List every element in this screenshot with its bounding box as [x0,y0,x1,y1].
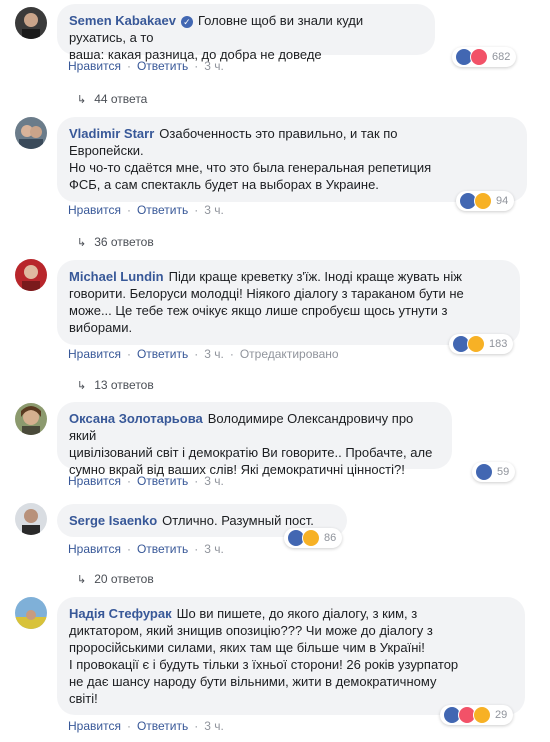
reply-link[interactable]: Ответить [137,59,188,73]
reactions-summary[interactable]: 86 [284,528,343,548]
reply-arrow-icon: ↳ [77,574,87,586]
reply-arrow-icon: ↳ [77,94,87,106]
replies-count: 20 ответов [94,572,154,586]
reply-link[interactable]: Ответить [137,719,188,733]
reply-link[interactable]: Ответить [137,203,188,217]
like-link[interactable]: Нравится [68,203,121,217]
separator-dot: · [194,474,199,488]
timestamp[interactable]: 3 ч. [204,474,224,488]
reply-arrow-icon: ↳ [77,237,87,249]
replies-count: 13 ответов [94,378,154,392]
comment-bubble: Semen Kabakaev ✓ Головне щоб ви знали куди… [57,4,435,62]
reply-link[interactable]: Ответить [137,474,188,488]
avatar-image [15,403,47,435]
separator-dot: · [126,542,131,556]
avatar-image [15,503,47,535]
replies-count: 44 ответа [94,92,148,106]
like-link[interactable]: Нравится [68,719,121,733]
reactions-summary[interactable]: 183 [449,334,514,354]
comment-author[interactable]: Michael Lundin [69,269,164,284]
separator-dot: · [126,347,131,361]
reactions-summary[interactable]: 94 [456,191,515,211]
haha-icon [302,529,320,547]
haha-icon [474,192,492,210]
avatar[interactable] [15,117,47,149]
comment-actions: Нравится · Ответить · 3 ч. [68,473,224,489]
comment-actions: Нравится · Ответить · 3 ч. [68,58,224,74]
reactions-summary[interactable]: 59 [472,462,516,482]
comment-author[interactable]: Надія Стефурак [69,606,172,621]
comment-actions: Нравится · Ответить · 3 ч. [68,718,224,734]
separator-dot: · [126,474,131,488]
reaction-count: 86 [324,532,337,544]
reactions-summary[interactable]: 682 [452,47,517,67]
comment-author[interactable]: Serge Isaenko [69,513,157,528]
love-icon [470,48,488,66]
avatar[interactable] [15,259,47,291]
comment-bubble: Надія Стефурак Шо ви пишете, до якого діа… [57,597,525,715]
avatar-image [15,259,47,291]
comment-actions: Нравится · Ответить · 3 ч. [68,541,224,557]
like-link[interactable]: Нравится [68,347,121,361]
haha-icon [467,335,485,353]
reactions-summary[interactable]: 29 [440,705,514,725]
reaction-count: 682 [492,51,511,63]
view-replies-link[interactable]: ↳ 36 ответов [77,234,154,250]
reaction-count: 59 [497,466,510,478]
comment-author[interactable]: Оксана Золотарьова [69,411,203,426]
timestamp[interactable]: 3 ч. [204,59,224,73]
verified-badge-icon: ✓ [180,16,193,28]
avatar-image [15,117,47,149]
reply-link[interactable]: Ответить [137,542,188,556]
replies-count: 36 ответов [94,235,154,249]
separator-dot: · [194,203,199,217]
avatar[interactable] [15,403,47,435]
comment-actions: Нравится · Ответить · 3 ч. · Отредактировано [68,346,339,362]
like-icon [475,463,493,481]
comment-bubble: Vladimir Starr Озабоченность это правильн… [57,117,527,202]
separator-dot: · [194,347,199,361]
reaction-count: 94 [496,195,509,207]
timestamp[interactable]: 3 ч. [204,347,224,361]
timestamp[interactable]: 3 ч. [204,542,224,556]
separator-dot: · [194,719,199,733]
separator-dot: · [126,59,131,73]
view-replies-link[interactable]: ↳ 44 ответа [77,91,147,107]
separator-dot: · [126,719,131,733]
avatar[interactable] [15,503,47,535]
reply-link[interactable]: Ответить [137,347,188,361]
separator-dot: · [229,347,234,361]
reaction-count: 183 [489,338,508,350]
haha-icon [473,706,491,724]
comment-text: Отлично. Разумный пост. [162,513,314,528]
comment-author[interactable]: Semen Kabakaev [69,13,176,28]
reply-arrow-icon: ↳ [77,380,87,392]
separator-dot: · [194,59,199,73]
comment-bubble: Оксана Золотарьова Володимире Олександров… [57,402,452,477]
reaction-count: 29 [495,709,508,721]
edited-label[interactable]: Отредактировано [240,347,339,361]
view-replies-link[interactable]: ↳ 13 ответов [77,377,154,393]
comment-actions: Нравится · Ответить · 3 ч. [68,202,224,218]
timestamp[interactable]: 3 ч. [204,203,224,217]
like-link[interactable]: Нравится [68,542,121,556]
comment-text: Шо ви пишете, до якого діалогу, з ким, з… [69,606,459,706]
timestamp[interactable]: 3 ч. [204,719,224,733]
avatar[interactable] [15,7,47,39]
like-link[interactable]: Нравится [68,474,121,488]
separator-dot: · [194,542,199,556]
avatar[interactable] [15,597,47,629]
comment-author[interactable]: Vladimir Starr [69,126,154,141]
like-link[interactable]: Нравится [68,59,121,73]
comment-bubble: Michael Lundin Піди краще креветку з'їж. … [57,260,520,345]
avatar-image [15,597,47,629]
view-replies-link[interactable]: ↳ 20 ответов [77,571,154,587]
separator-dot: · [126,203,131,217]
avatar-image [15,7,47,39]
